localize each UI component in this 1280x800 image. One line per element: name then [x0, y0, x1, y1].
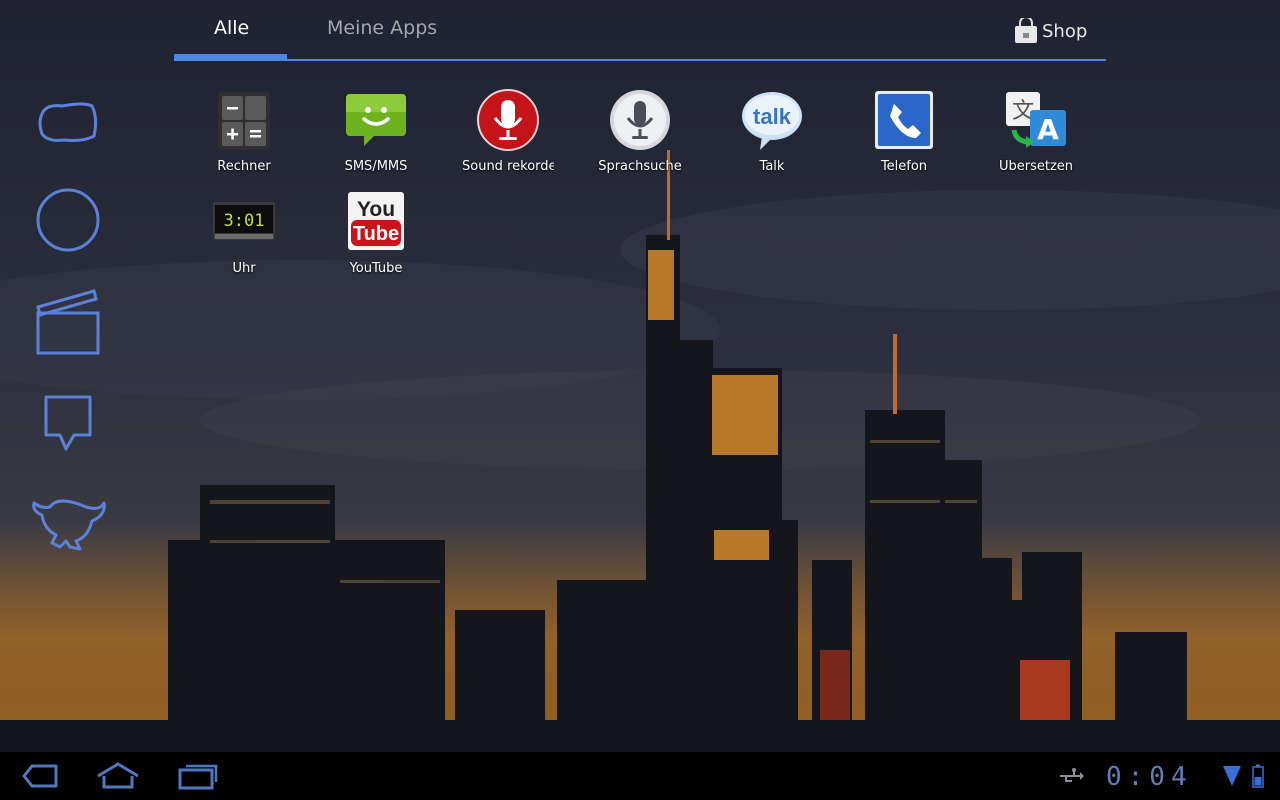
shopping-bag-icon	[1015, 18, 1037, 43]
phone-icon	[875, 91, 933, 149]
talk-icon: talk	[742, 92, 802, 150]
clock-display: 3:01	[224, 211, 265, 231]
neon-speech-bubble-icon[interactable]	[28, 385, 108, 465]
translate-icon: 文 A	[1006, 92, 1066, 148]
app-label: SMS/MMS	[344, 159, 408, 174]
neon-robot-icon[interactable]	[28, 485, 108, 565]
app-label: YouTube	[349, 261, 403, 276]
neon-circle-icon[interactable]	[28, 180, 108, 260]
app-sound-recorder[interactable]: Sound rekorde	[442, 88, 574, 174]
tab-my-apps[interactable]: Meine Apps	[327, 17, 437, 39]
recent-apps-icon[interactable]	[174, 760, 222, 792]
app-sms-mms[interactable]: SMS/MMS	[310, 88, 442, 174]
shop-button[interactable]: Shop	[1014, 17, 1087, 45]
tab-all[interactable]: Alle	[214, 17, 249, 39]
app-label: Rechner	[217, 159, 271, 174]
youtube-logo-you: You	[357, 198, 395, 221]
app-rechner[interactable]: Rechner	[178, 88, 310, 174]
system-bar: 0:04	[0, 752, 1280, 800]
youtube-icon: You Tube	[348, 192, 404, 250]
app-label: Uhr	[232, 261, 256, 276]
svg-text:A: A	[1037, 113, 1059, 146]
app-drawer-tabs: Alle Meine Apps Shop	[174, 0, 1106, 62]
youtube-logo-tube: Tube	[353, 223, 399, 245]
shop-label: Shop	[1042, 20, 1088, 42]
neon-clapboard-icon[interactable]	[28, 285, 108, 365]
app-label: Talk	[759, 159, 785, 174]
tab-divider	[174, 59, 1106, 61]
app-uebersetzen[interactable]: 文 A Übersetzen	[970, 88, 1102, 174]
messaging-icon	[346, 94, 406, 146]
neon-browser-icon[interactable]	[28, 90, 108, 170]
app-uhr[interactable]: 3:01 Uhr	[178, 190, 310, 276]
app-voice-search[interactable]: Sprachsuche	[574, 88, 706, 174]
home-icon[interactable]	[94, 760, 142, 792]
status-clock: 0:04	[1106, 762, 1193, 792]
app-youtube[interactable]: You Tube YouTube	[310, 190, 442, 276]
calculator-icon	[218, 92, 270, 150]
app-label: Telefon	[880, 159, 928, 174]
app-label: Sprachsuche	[598, 159, 682, 174]
clock-icon: 3:01	[213, 202, 275, 240]
sound-recorder-icon	[477, 89, 539, 151]
app-label: Übersetzen	[998, 159, 1074, 174]
battery-icon	[1252, 764, 1264, 788]
voice-search-icon	[610, 90, 670, 150]
usb-icon	[1060, 768, 1084, 782]
talk-logo-text: talk	[753, 104, 792, 129]
app-telefon[interactable]: Telefon	[838, 88, 970, 174]
signal-icon	[1223, 766, 1241, 786]
app-talk[interactable]: talk Talk	[706, 88, 838, 174]
back-icon[interactable]	[14, 760, 62, 792]
app-label: Sound rekorde	[462, 159, 554, 174]
